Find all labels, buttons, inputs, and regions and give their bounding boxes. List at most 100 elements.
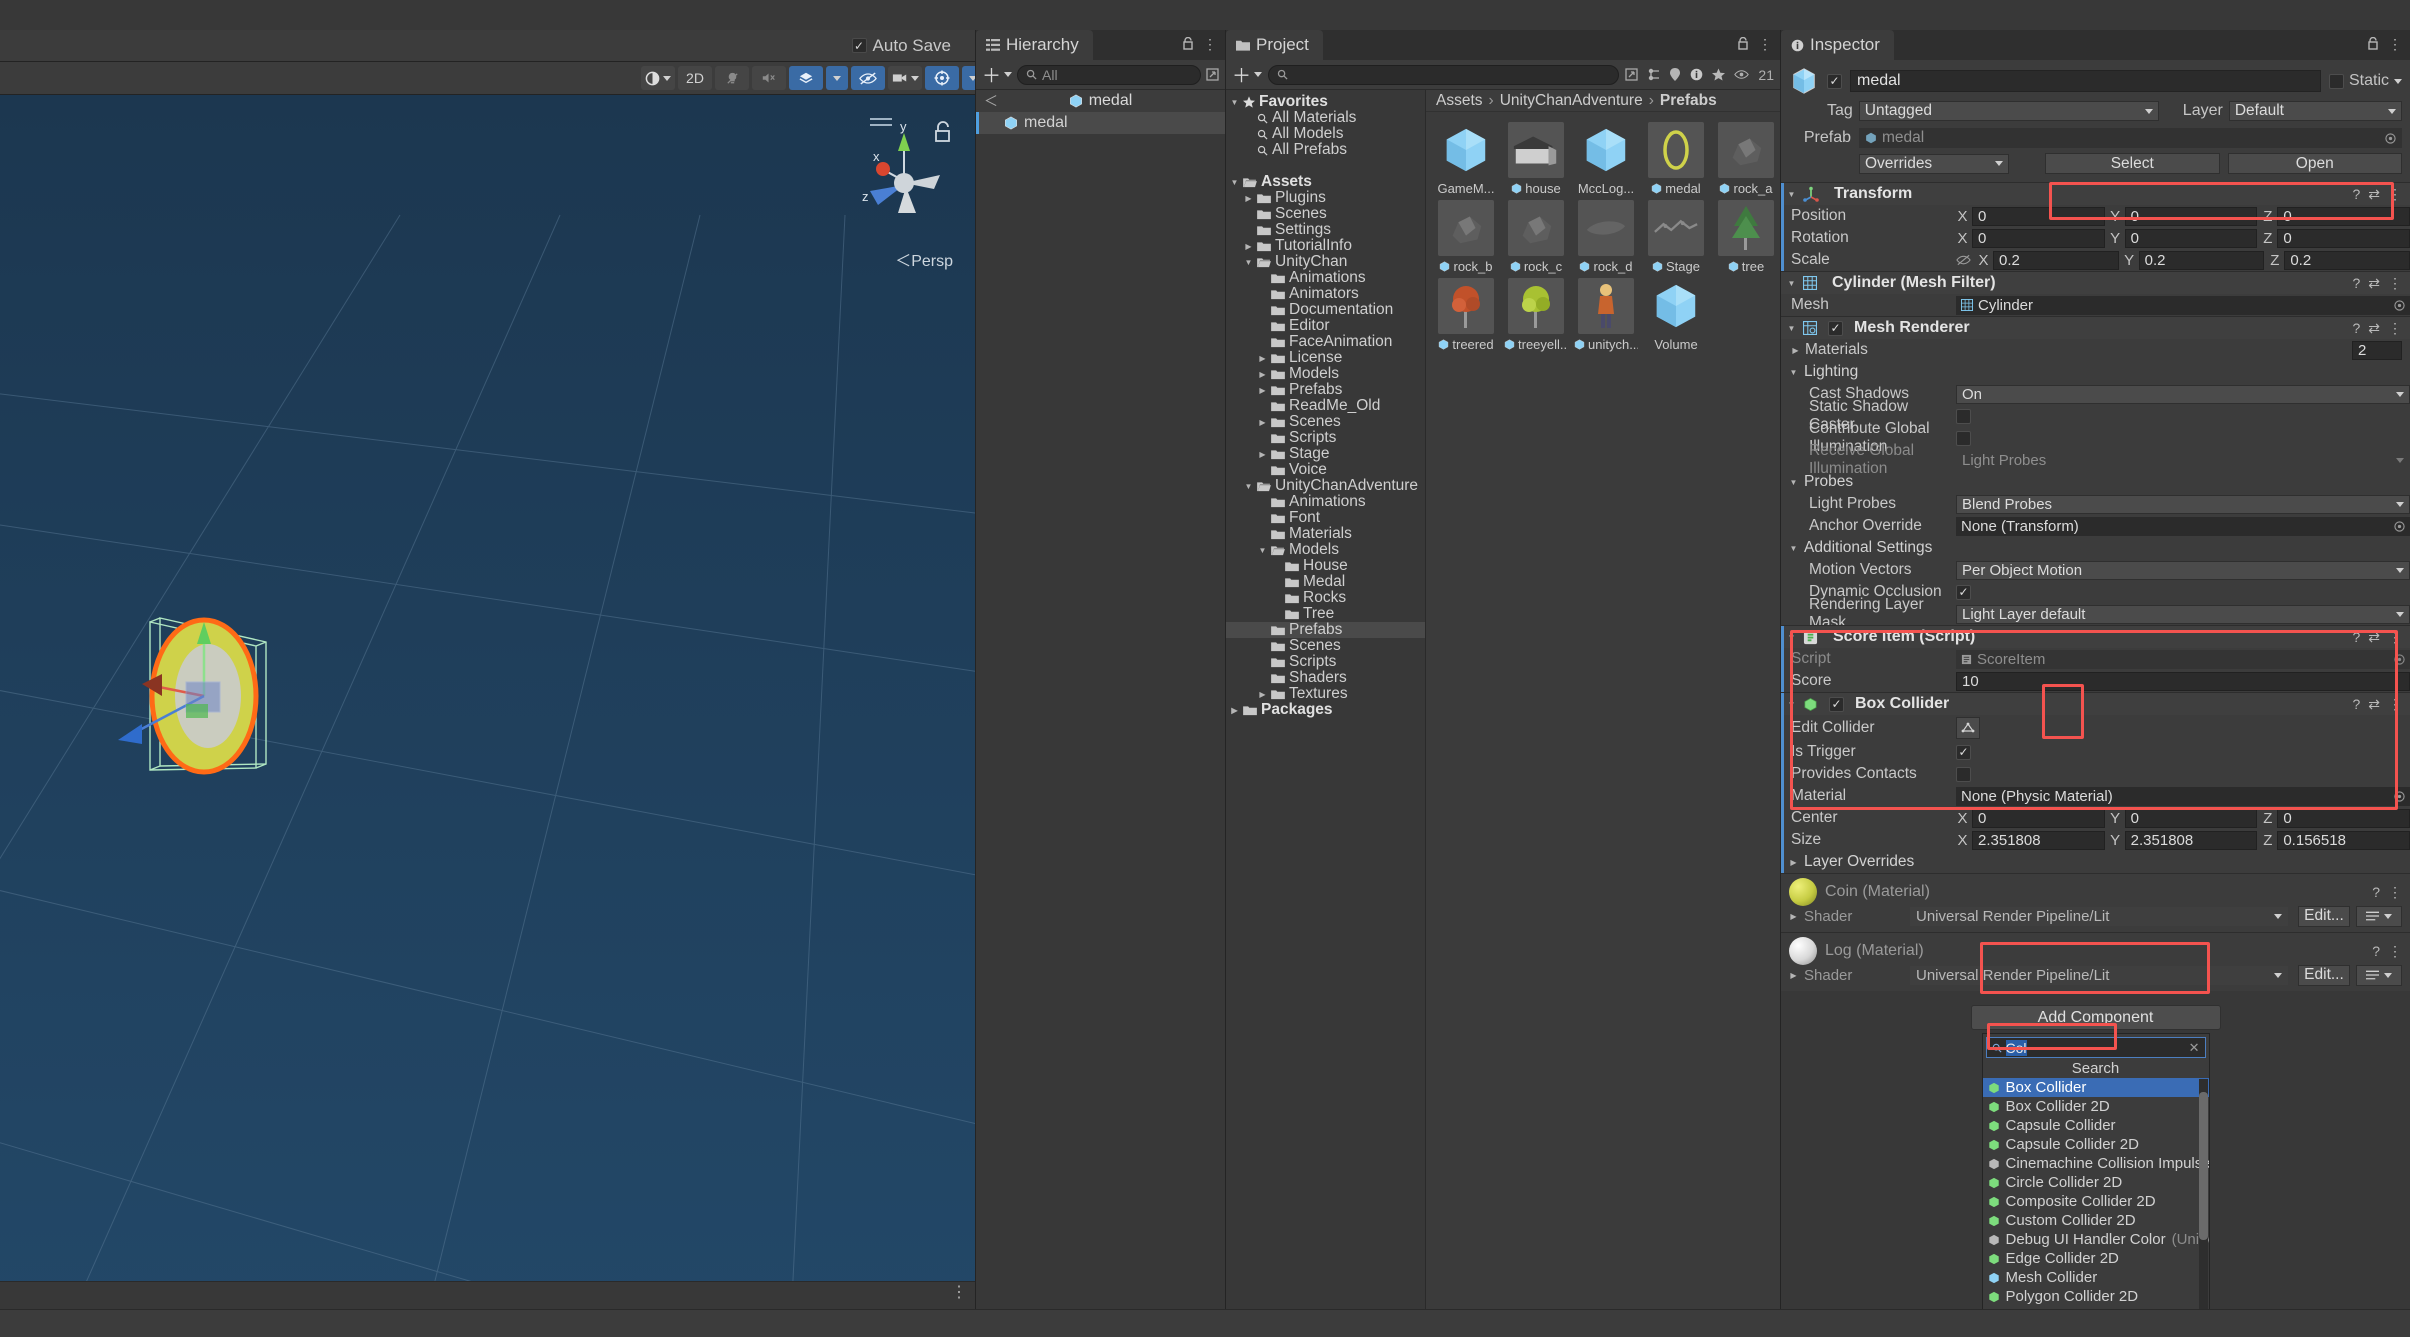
log-edit-button[interactable]: Edit...: [2298, 965, 2350, 986]
component-option-circle-collider-2d[interactable]: Circle Collider 2D: [1983, 1173, 2209, 1192]
project-tree-item-unitychan[interactable]: ▼UnityChan: [1226, 254, 1425, 270]
asset-item[interactable]: Stage: [1644, 200, 1708, 274]
component-option-composite-collider-2d[interactable]: Composite Collider 2D: [1983, 1192, 2209, 1211]
hierarchy-item-medal[interactable]: medal: [976, 112, 1225, 134]
project-tree-item-scenes[interactable]: Scenes: [1226, 206, 1425, 222]
expand-arrow-icon[interactable]: ▶: [1789, 912, 1798, 921]
projection-mode-label[interactable]: ＜Persp: [895, 247, 953, 271]
center-z-input[interactable]: 0: [2277, 809, 2410, 828]
asset-item[interactable]: medal: [1644, 122, 1708, 196]
hidden-objects-toggle[interactable]: [851, 66, 885, 90]
select-button[interactable]: Select: [2045, 153, 2220, 174]
position-z-input[interactable]: 0: [2277, 207, 2410, 226]
tree-arrow-icon[interactable]: ▼: [1230, 178, 1239, 187]
project-tree-item-prefabs[interactable]: ▶Prefabs: [1226, 382, 1425, 398]
scale-y-input[interactable]: 0.2: [2139, 251, 2265, 270]
project-tree-item-all-models[interactable]: All Models: [1226, 126, 1425, 142]
preset-icon[interactable]: ⇄: [2368, 696, 2380, 713]
scene-viewport[interactable]: y x z ＜Persp: [0, 95, 975, 1281]
tree-arrow-icon[interactable]: ▶: [1258, 370, 1267, 379]
expand-arrow-icon[interactable]: ▶: [1789, 971, 1798, 980]
position-y-input[interactable]: 0: [2125, 207, 2258, 226]
menu-dots-icon[interactable]: ⋮: [2388, 320, 2402, 337]
overrides-dropdown[interactable]: Overrides: [1859, 154, 2009, 174]
collapse-arrow-icon[interactable]: ▼: [1787, 700, 1796, 709]
rotation-y-input[interactable]: 0: [2125, 229, 2258, 248]
size-y-input[interactable]: 2.351808: [2125, 831, 2258, 850]
log-material-header[interactable]: Log (Material) ?⋮: [1781, 938, 2410, 964]
project-tree-item-tutorialinfo[interactable]: ▶TutorialInfo: [1226, 238, 1425, 254]
project-tree-item-documentation[interactable]: Documentation: [1226, 302, 1425, 318]
project-tree-item-packages[interactable]: ▶Packages: [1226, 702, 1425, 718]
menu-dots-icon[interactable]: ⋮: [1203, 40, 1217, 48]
menu-dots-icon[interactable]: ⋮: [2388, 943, 2402, 960]
chevron-down-icon[interactable]: [2394, 79, 2402, 84]
asset-item[interactable]: unitych...: [1574, 278, 1638, 352]
log-shader-dropdown[interactable]: Universal Render Pipeline/Lit: [1910, 966, 2288, 985]
help-icon[interactable]: ?: [2352, 186, 2360, 202]
more-options-icon[interactable]: ⋮: [951, 1288, 967, 1298]
coin-material-header[interactable]: Coin (Material) ?⋮: [1781, 879, 2410, 905]
project-tree-item-assets[interactable]: ▼Assets: [1226, 174, 1425, 190]
tab-project[interactable]: Project: [1226, 30, 1323, 60]
is-trigger-checkbox[interactable]: ✓: [1956, 745, 1971, 760]
component-option-polygon-collider-2d[interactable]: Polygon Collider 2D: [1983, 1287, 2209, 1306]
object-picker-icon[interactable]: [2394, 300, 2405, 311]
back-arrow-icon[interactable]: ＜: [984, 91, 998, 111]
asset-item[interactable]: tree: [1714, 200, 1778, 274]
component-option-edge-collider-2d[interactable]: Edge Collider 2D: [1983, 1249, 2209, 1268]
motion-vectors-dropdown[interactable]: Per Object Motion: [1956, 561, 2410, 580]
center-y-input[interactable]: 0: [2125, 809, 2258, 828]
tree-arrow-icon[interactable]: ▶: [1258, 450, 1267, 459]
scale-x-input[interactable]: 0.2: [1993, 251, 2119, 270]
layer-dropdown[interactable]: Default: [2229, 101, 2402, 121]
project-tree-item-unitychanadventure[interactable]: ▼UnityChanAdventure: [1226, 478, 1425, 494]
expand-arrow-icon[interactable]: ▶: [1789, 858, 1798, 867]
project-tree-item-medal[interactable]: Medal: [1226, 574, 1425, 590]
scene-fx-dropdown[interactable]: [826, 66, 848, 90]
collapse-arrow-icon[interactable]: ▼: [1789, 478, 1798, 487]
expand-arrow-icon[interactable]: ▶: [1791, 346, 1800, 355]
anchor-override-field[interactable]: None (Transform): [1956, 517, 2410, 536]
object-picker-icon[interactable]: [2394, 791, 2405, 802]
object-picker-icon[interactable]: [2394, 654, 2405, 665]
breadcrumb-segment[interactable]: UnityChanAdventure: [1500, 92, 1643, 110]
project-tree-item-animators[interactable]: Animators: [1226, 286, 1425, 302]
info-icon[interactable]: [1690, 68, 1703, 81]
asset-item[interactable]: rock_b: [1434, 200, 1498, 274]
project-tree-item-animations[interactable]: Animations: [1226, 270, 1425, 286]
collider-material-field[interactable]: None (Physic Material): [1956, 787, 2410, 806]
help-icon[interactable]: ?: [2372, 884, 2380, 900]
asset-item[interactable]: rock_a: [1714, 122, 1778, 196]
component-option-capsule-collider[interactable]: Capsule Collider: [1983, 1116, 2209, 1135]
menu-dots-icon[interactable]: ⋮: [2388, 275, 2402, 292]
draw-mode-button[interactable]: [641, 66, 675, 90]
asset-item[interactable]: treered: [1434, 278, 1498, 352]
materials-count-input[interactable]: 2: [2352, 341, 2402, 360]
project-tree-item-all-prefabs[interactable]: All Prefabs: [1226, 142, 1425, 158]
object-name-input[interactable]: medal: [1850, 70, 2321, 92]
score-input[interactable]: 10: [1956, 672, 2410, 691]
add-component-button[interactable]: Add Component: [1971, 1005, 2221, 1030]
help-icon[interactable]: ?: [2352, 629, 2360, 645]
star-icon[interactable]: [1712, 68, 1725, 81]
component-option-sphere-collider[interactable]: Sphere Collider: [1983, 1306, 2209, 1309]
mesh-object-field[interactable]: Cylinder: [1956, 296, 2410, 315]
static-toggle[interactable]: Static: [2329, 72, 2402, 90]
collapse-arrow-icon[interactable]: ▼: [1787, 324, 1796, 333]
center-x-input[interactable]: 0: [1972, 809, 2105, 828]
project-tree-item-editor[interactable]: Editor: [1226, 318, 1425, 334]
lighting-section[interactable]: ▼Lighting: [1781, 361, 2410, 383]
project-tree-item-favorites[interactable]: ▼Favorites: [1226, 94, 1425, 110]
audio-toggle[interactable]: [752, 66, 786, 90]
asset-item[interactable]: MccLog...: [1574, 122, 1638, 196]
preset-icon[interactable]: ⇄: [2368, 320, 2380, 337]
gizmos-toggle[interactable]: [925, 66, 959, 90]
collapse-arrow-icon[interactable]: ▼: [1789, 544, 1798, 553]
object-picker-icon[interactable]: [2394, 521, 2405, 532]
light-probes-dropdown[interactable]: Blend Probes: [1956, 495, 2410, 514]
coin-shader-dropdown[interactable]: Universal Render Pipeline/Lit: [1910, 907, 2288, 926]
component-option-debug-ui-handler-color[interactable]: Debug UI Handler Color(UnityEngin: [1983, 1230, 2209, 1249]
tree-arrow-icon[interactable]: ▶: [1230, 706, 1239, 715]
visibility-count-icon[interactable]: [1734, 69, 1749, 80]
